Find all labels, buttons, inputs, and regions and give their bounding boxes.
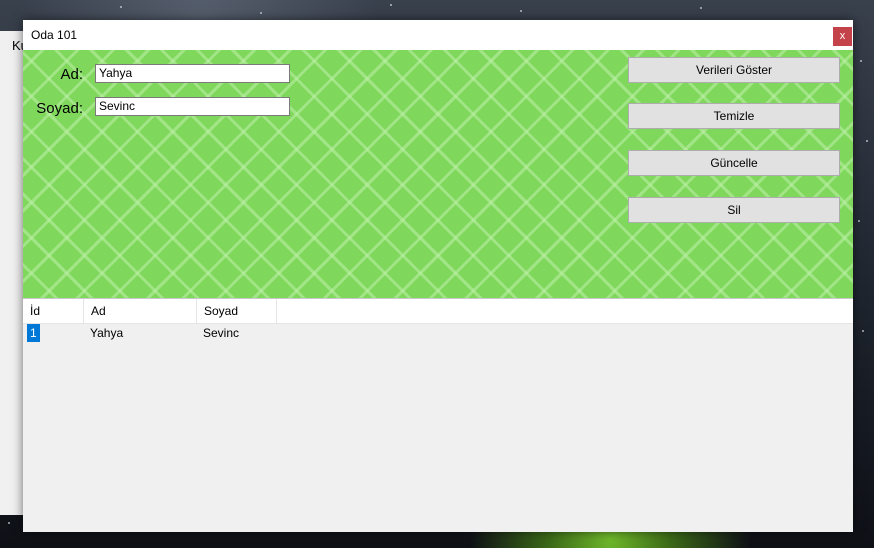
show-data-button[interactable]: Verileri Göster	[628, 57, 840, 83]
star	[390, 4, 392, 6]
column-header-soyad[interactable]: Soyad	[197, 299, 277, 323]
soyad-input[interactable]	[95, 97, 290, 116]
star	[120, 6, 122, 8]
window-title: Oda 101	[31, 28, 78, 42]
star	[700, 7, 702, 9]
column-header-ad[interactable]: Ad	[84, 299, 197, 323]
cell-id[interactable]: 1	[27, 324, 40, 342]
clear-button[interactable]: Temizle	[628, 103, 840, 129]
dialog-window: Oda 101 x Ad: Soyad: Verileri Göster Tem…	[23, 20, 853, 532]
ad-label: Ad:	[60, 66, 83, 83]
table-row[interactable]: 1 Yahya Sevinc	[23, 324, 853, 342]
star	[260, 12, 262, 14]
delete-button[interactable]: Sil	[628, 197, 840, 223]
star	[8, 522, 10, 524]
cell-ad[interactable]: Yahya	[90, 324, 123, 342]
star	[858, 220, 860, 222]
star	[520, 10, 522, 12]
soyad-label: Soyad:	[36, 100, 83, 117]
star	[862, 330, 864, 332]
star	[860, 60, 862, 62]
form-panel: Ad: Soyad: Verileri Göster Temizle Günce…	[23, 50, 853, 298]
cell-soyad[interactable]: Sevinc	[203, 324, 239, 342]
star	[866, 140, 868, 142]
title-bar[interactable]: Oda 101 x	[23, 20, 853, 50]
ad-input[interactable]	[95, 64, 290, 83]
update-button[interactable]: Güncelle	[628, 150, 840, 176]
data-grid[interactable]: İd Ad Soyad 1 Yahya Sevinc	[23, 298, 853, 532]
close-button[interactable]: x	[833, 27, 852, 46]
column-header-id[interactable]: İd	[23, 299, 84, 323]
grid-header: İd Ad Soyad	[23, 299, 853, 324]
